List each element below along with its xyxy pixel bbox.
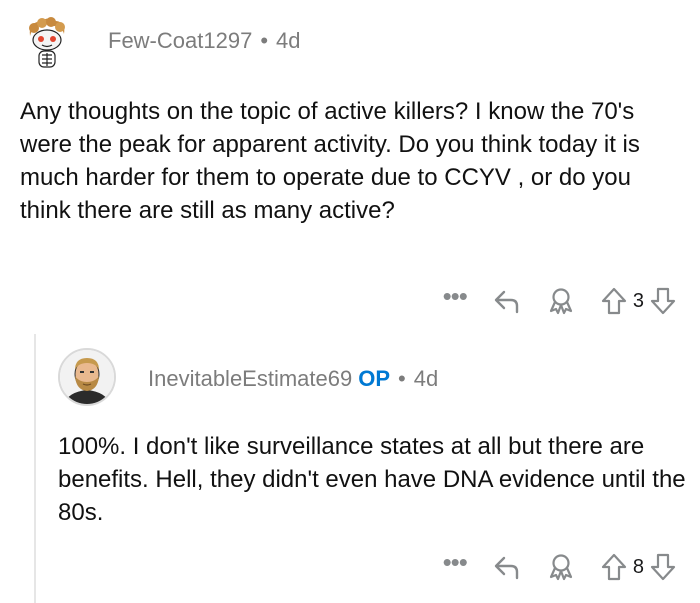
username-link[interactable]: Few-Coat1297 [108,28,252,53]
comment-1: Few-Coat1297 • 4d Any thoughts on the topi… [0,0,700,330]
avatar[interactable] [58,348,116,406]
more-icon[interactable]: ••• [443,549,468,575]
comment-body: 100%. I don't like surveillance states a… [58,433,686,526]
username-link[interactable]: InevitableEstimate69 [148,366,352,391]
comment-actions: ••• 8 [443,549,676,584]
reply-arrow-icon[interactable] [493,288,521,314]
comment-meta: Few-Coat1297 • 4d [108,28,301,54]
avatar[interactable] [18,14,74,70]
vote-controls: 8 [601,553,676,581]
meta-separator: • [398,366,406,391]
reply-arrow-icon[interactable] [493,554,521,580]
more-icon[interactable]: ••• [443,283,468,309]
vote-score: 8 [632,555,644,578]
snoo-avatar-icon [18,14,74,70]
meta-separator: • [260,28,269,53]
vote-score: 3 [632,289,644,312]
vote-controls: 3 [601,287,676,315]
comment-age: 4d [413,366,439,391]
downvote-arrow-icon[interactable] [650,287,676,315]
comment-actions: ••• 3 [443,283,676,318]
comment-body: Any thoughts on the topic of active kill… [20,98,640,224]
award-icon[interactable] [547,553,575,581]
op-badge: OP [358,366,391,391]
comment-meta: InevitableEstimate69 OP • 4d [148,366,438,392]
comment-age: 4d [276,28,301,53]
downvote-arrow-icon[interactable] [650,553,676,581]
upvote-arrow-icon[interactable] [601,553,627,581]
award-icon[interactable] [547,287,575,315]
bearded-man-avatar-icon [60,350,114,404]
upvote-arrow-icon[interactable] [601,287,627,315]
